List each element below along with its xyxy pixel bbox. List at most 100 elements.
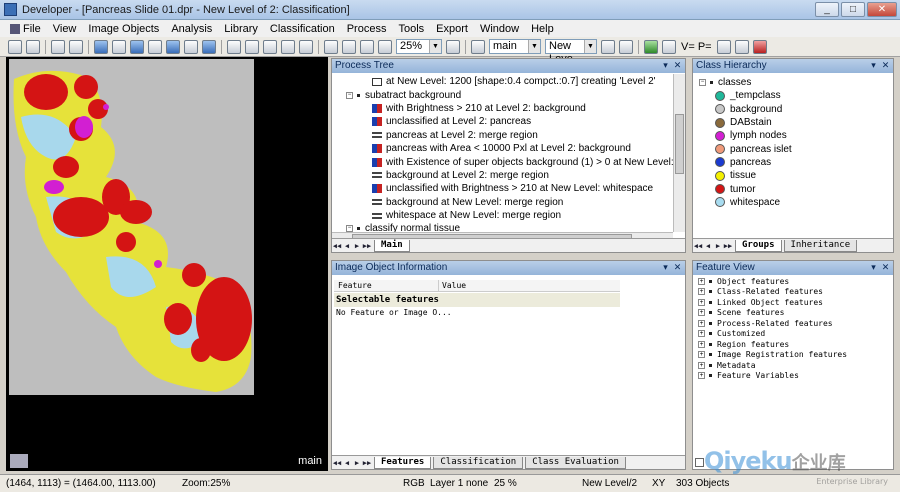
pin-icon[interactable]: ▾ [868, 60, 879, 71]
close-icon[interactable]: ✕ [880, 262, 891, 273]
pin-icon[interactable]: ▾ [660, 60, 671, 71]
tab-inheritance[interactable]: Inheritance [783, 239, 858, 252]
expand-icon[interactable]: + [698, 298, 705, 306]
expand-icon[interactable]: + [698, 309, 705, 317]
save-icon[interactable] [51, 39, 65, 54]
class-item[interactable]: whitespace [715, 196, 889, 209]
new-project-icon[interactable] [8, 39, 22, 54]
process-row[interactable]: background at Level 2: merge region [340, 169, 673, 182]
tab-features[interactable]: Features [374, 456, 432, 469]
expand-icon[interactable]: + [698, 372, 705, 380]
feature-group[interactable]: + Region features [698, 339, 888, 350]
redo-icon[interactable] [734, 39, 749, 54]
side-view-icon[interactable] [263, 39, 277, 54]
zoom-out-icon[interactable] [360, 39, 374, 54]
layer-view-icon[interactable] [94, 39, 108, 54]
feature-group[interactable]: + Customized [698, 329, 888, 340]
feature-group[interactable]: + Process-Related features [698, 318, 888, 329]
pan-icon[interactable] [342, 39, 356, 54]
view-settings-icon[interactable] [10, 454, 28, 468]
menu-export[interactable]: Export [430, 23, 474, 35]
process-tree-vscroll[interactable] [673, 74, 685, 232]
tab-main[interactable]: Main [374, 239, 410, 252]
table-row[interactable]: No Feature or Image O... [336, 308, 452, 317]
expand-icon[interactable]: + [698, 330, 705, 338]
process-row[interactable]: unclassified with Brightness > 210 at Ne… [340, 182, 673, 195]
expand-icon[interactable]: + [698, 277, 705, 285]
menu-library[interactable]: Library [218, 23, 264, 35]
process-row[interactable]: − subatract background [340, 88, 673, 101]
menu-tools[interactable]: Tools [392, 23, 430, 35]
export-icon[interactable] [69, 39, 83, 54]
process-row[interactable]: at New Level: 1200 [shape:0.4 compct.:0.… [340, 75, 673, 88]
classification-view-icon[interactable] [112, 39, 126, 54]
close-icon[interactable]: ✕ [672, 262, 683, 273]
pin-icon[interactable]: ▾ [660, 262, 671, 273]
class-root[interactable]: − classes [699, 76, 889, 89]
minimize-button[interactable]: _ [815, 2, 839, 17]
class-item[interactable]: tissue [715, 169, 889, 182]
menu-classification[interactable]: Classification [264, 23, 341, 35]
pixel-view-icon[interactable] [148, 39, 162, 54]
close-icon[interactable]: ✕ [672, 60, 683, 71]
class-item[interactable]: DABstain [715, 116, 889, 129]
class-item[interactable]: tumor [715, 182, 889, 195]
feature-group[interactable]: + Metadata [698, 360, 888, 371]
menu-process[interactable]: Process [341, 23, 393, 35]
process-tree[interactable]: at New Level: 1200 [shape:0.4 compct.:0.… [340, 75, 673, 232]
delete-level-icon[interactable] [471, 39, 485, 54]
expand-icon[interactable]: + [698, 319, 705, 327]
zoom-combo[interactable]: 25% ▼ [396, 39, 442, 54]
expand-icon[interactable]: + [698, 340, 705, 348]
feature-group[interactable]: + Object features [698, 276, 888, 287]
menu-file[interactable]: File [4, 23, 47, 35]
split-view-icon[interactable] [227, 39, 241, 54]
feature-group[interactable]: + Class-Related features [698, 287, 888, 298]
object-mean-icon[interactable] [130, 39, 144, 54]
tab-class-evaluation[interactable]: Class Evaluation [525, 456, 626, 469]
level-up-icon[interactable] [619, 39, 633, 54]
process-row[interactable]: background at New Level: merge region [340, 196, 673, 209]
class-item[interactable]: pancreas islet [715, 142, 889, 155]
image-view[interactable]: main [6, 57, 328, 471]
stop-icon[interactable] [752, 39, 767, 54]
expand-icon[interactable]: + [698, 361, 705, 369]
process-row[interactable]: pancreas at Level 2: merge region [340, 129, 673, 142]
feature-tree[interactable]: + Object features + Class-Related features +… [698, 276, 888, 381]
open-icon[interactable] [26, 39, 40, 54]
level-combo[interactable]: New Leve▼ [545, 39, 597, 65]
single-view-icon[interactable] [299, 39, 313, 54]
feature-group[interactable]: + Feature Variables [698, 371, 888, 382]
collapse-icon[interactable]: − [346, 91, 353, 99]
menu-help[interactable]: Help [525, 23, 560, 35]
process-row[interactable]: with Existence of super objects backgrou… [340, 155, 673, 168]
menu-view[interactable]: View [47, 23, 83, 35]
menu-analysis[interactable]: Analysis [165, 23, 218, 35]
menu-image-objects[interactable]: Image Objects [82, 23, 165, 35]
pointer-icon[interactable] [324, 39, 338, 54]
process-row[interactable]: whitespace at New Level: merge region [340, 209, 673, 222]
process-row[interactable]: with Brightness > 210 at Level 2: backgr… [340, 102, 673, 115]
window-layout-icon[interactable] [281, 39, 295, 54]
process-row[interactable]: − classify normal tissue [340, 222, 673, 232]
class-item[interactable]: background [715, 103, 889, 116]
zoom-fit-icon[interactable] [446, 39, 460, 54]
polygon-icon[interactable] [184, 39, 198, 54]
feature-group[interactable]: + Scene features [698, 308, 888, 319]
feature-group[interactable]: + Image Registration features [698, 350, 888, 361]
undo-icon[interactable] [716, 39, 731, 54]
class-item[interactable]: lymph nodes [715, 129, 889, 142]
maximize-button[interactable]: □ [841, 2, 865, 17]
process-row[interactable]: unclassified at Level 2: pancreas [340, 115, 673, 128]
outline-icon[interactable] [166, 39, 180, 54]
class-item[interactable]: _tempclass [715, 89, 889, 102]
close-icon[interactable]: ✕ [880, 60, 891, 71]
process-row[interactable]: pancreas with Area < 10000 Pxl at Level … [340, 142, 673, 155]
view-combo[interactable]: main ▼ [489, 39, 541, 54]
class-item[interactable]: pancreas [715, 156, 889, 169]
pin-icon[interactable]: ▾ [868, 262, 879, 273]
chart-icon[interactable] [644, 39, 658, 54]
thematic-icon[interactable] [202, 39, 216, 54]
menu-window[interactable]: Window [474, 23, 525, 35]
feature-filter-checkbox[interactable] [695, 458, 704, 467]
